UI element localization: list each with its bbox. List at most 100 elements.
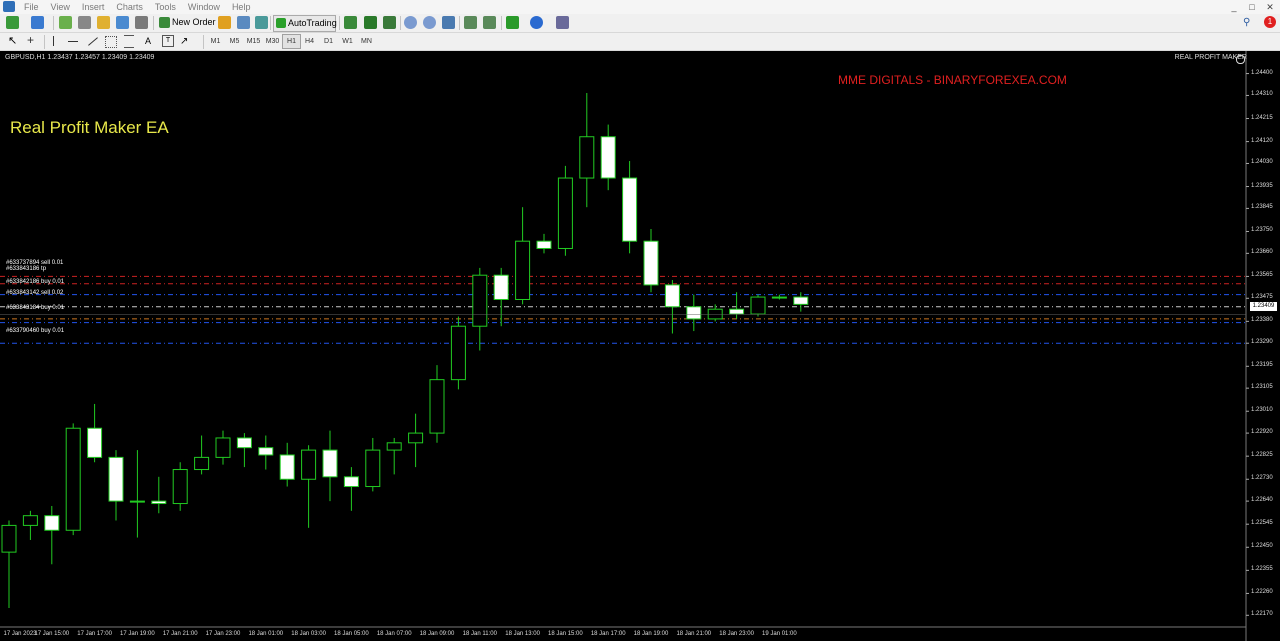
data-window-icon[interactable] bbox=[78, 16, 91, 29]
timeframe-mn[interactable]: MN bbox=[358, 35, 375, 48]
tile-windows-icon[interactable] bbox=[442, 16, 455, 29]
equidistant-channel-icon[interactable] bbox=[105, 36, 117, 48]
candle bbox=[44, 515, 60, 531]
candle bbox=[771, 296, 787, 299]
candlesticks-icon[interactable] bbox=[364, 16, 377, 29]
candle bbox=[729, 308, 745, 315]
order-label: #633842186 buy 0.01 bbox=[6, 279, 65, 285]
menu-file[interactable]: File bbox=[18, 0, 45, 14]
market-watch-icon[interactable] bbox=[59, 16, 72, 29]
price-tick-label: 1.22640 bbox=[1251, 497, 1273, 504]
crosshair-icon[interactable]: + bbox=[27, 34, 34, 47]
price-tick-label: 1.22260 bbox=[1251, 589, 1273, 596]
zoom-out-icon[interactable] bbox=[423, 16, 436, 29]
drawing-toolbar: ↖ + A T ↗ M1 M5 M15 M30 H1 H4 D1 W1 MN bbox=[0, 33, 1280, 51]
search-icon[interactable]: ⚲ bbox=[1243, 17, 1250, 28]
autotrading-label: AutoTrading bbox=[288, 18, 337, 28]
price-tick-label: 1.22730 bbox=[1251, 475, 1273, 482]
metaeditor-icon[interactable] bbox=[218, 16, 231, 29]
candle bbox=[600, 136, 616, 179]
trendline-icon[interactable] bbox=[88, 37, 98, 46]
price-tick-label: 1.23290 bbox=[1251, 339, 1273, 346]
signals-icon[interactable] bbox=[237, 16, 250, 29]
order-label: #633843142 sell 0.02 bbox=[6, 290, 64, 296]
toolbar-divider bbox=[53, 16, 54, 30]
toolbar-divider bbox=[339, 16, 340, 30]
candle bbox=[686, 306, 702, 320]
time-tick-label: 17 Jan 15:00 bbox=[34, 631, 70, 637]
templates-icon[interactable] bbox=[556, 16, 569, 29]
timeframe-d1[interactable]: D1 bbox=[320, 35, 337, 48]
time-tick-label: 18 Jan 13:00 bbox=[505, 631, 540, 637]
candle bbox=[279, 454, 295, 480]
market-icon[interactable] bbox=[255, 16, 268, 29]
price-tick-label: 1.23380 bbox=[1251, 317, 1273, 324]
zoom-in-icon[interactable] bbox=[404, 16, 417, 29]
indicators-icon[interactable] bbox=[506, 16, 519, 29]
text-label-icon[interactable]: T bbox=[162, 35, 174, 47]
menu-help[interactable]: Help bbox=[226, 0, 257, 14]
arrows-icon[interactable]: ↗ bbox=[180, 34, 188, 49]
timeframe-h1[interactable]: H1 bbox=[282, 34, 301, 49]
menu-insert[interactable]: Insert bbox=[76, 0, 111, 14]
candle bbox=[151, 500, 167, 505]
new-chart-icon[interactable] bbox=[6, 16, 19, 29]
price-tick-label: 1.24215 bbox=[1251, 114, 1273, 121]
candle bbox=[493, 274, 509, 300]
candle bbox=[408, 432, 424, 444]
menu-charts[interactable]: Charts bbox=[110, 0, 149, 14]
toolbar-divider bbox=[400, 16, 401, 30]
timeframe-m1[interactable]: M1 bbox=[207, 35, 224, 48]
candle bbox=[557, 177, 573, 249]
time-tick-label: 18 Jan 07:00 bbox=[376, 631, 412, 637]
watermark: MME DIGITALS - BINARYFOREXEA.COM bbox=[838, 73, 1067, 87]
menu-bar: File View Insert Charts Tools Window Hel… bbox=[0, 0, 1280, 14]
minimize-button[interactable]: _ bbox=[1227, 1, 1241, 13]
timeframe-m15[interactable]: M15 bbox=[245, 35, 262, 48]
candle bbox=[429, 379, 445, 434]
price-tick-label: 1.24120 bbox=[1251, 137, 1273, 144]
time-tick-label: 18 Jan 03:00 bbox=[291, 631, 326, 637]
timeframe-h4[interactable]: H4 bbox=[301, 35, 318, 48]
price-chart[interactable]: GBPUSD,H1 1.23437 1.23457 1.23409 1.2340… bbox=[0, 51, 1280, 641]
candle bbox=[515, 240, 531, 300]
current-price-label: 1.23409 bbox=[1250, 302, 1277, 311]
main-toolbar: New Order AutoTrading ⚲ 1 bbox=[0, 14, 1280, 33]
candle bbox=[65, 427, 81, 531]
toolbar-divider bbox=[501, 16, 502, 30]
timeframe-m30[interactable]: M30 bbox=[264, 35, 281, 48]
candle bbox=[22, 515, 38, 526]
order-label: #633790460 buy 0.01 bbox=[6, 328, 65, 334]
menu-tools[interactable]: Tools bbox=[149, 0, 182, 14]
profiles-icon[interactable] bbox=[31, 16, 44, 29]
candlestick-plot[interactable] bbox=[0, 51, 1280, 641]
menu-view[interactable]: View bbox=[45, 0, 76, 14]
chart-shift-icon[interactable] bbox=[464, 16, 477, 29]
close-button[interactable]: ✕ bbox=[1263, 1, 1277, 13]
timeframe-w1[interactable]: W1 bbox=[339, 35, 356, 48]
line-chart-icon[interactable] bbox=[383, 16, 396, 29]
text-icon[interactable]: A bbox=[145, 34, 151, 49]
auto-scroll-icon[interactable] bbox=[483, 16, 496, 29]
timeframe-m5[interactable]: M5 bbox=[226, 35, 243, 48]
cursor-icon[interactable]: ↖ bbox=[8, 35, 17, 47]
periods-icon[interactable] bbox=[530, 16, 543, 29]
terminal-icon[interactable] bbox=[116, 16, 129, 29]
restore-button[interactable]: □ bbox=[1245, 1, 1259, 13]
horizontal-line-icon[interactable] bbox=[68, 41, 78, 42]
new-order-icon bbox=[159, 17, 170, 28]
candle bbox=[386, 442, 402, 451]
notification-badge[interactable]: 1 bbox=[1264, 16, 1276, 28]
time-tick-label: 17 Jan 19:00 bbox=[120, 631, 155, 637]
vertical-line-icon[interactable] bbox=[53, 36, 54, 46]
price-tick-label: 1.23105 bbox=[1251, 384, 1273, 391]
toolbar-divider bbox=[44, 35, 45, 49]
bar-chart-icon[interactable] bbox=[344, 16, 357, 29]
menu-window[interactable]: Window bbox=[182, 0, 226, 14]
strategy-tester-icon[interactable] bbox=[135, 16, 148, 29]
navigator-icon[interactable] bbox=[97, 16, 110, 29]
fibonacci-icon[interactable] bbox=[124, 35, 134, 48]
new-order-button[interactable]: New Order bbox=[172, 15, 216, 30]
price-tick-label: 1.22170 bbox=[1251, 611, 1273, 618]
autotrading-button[interactable]: AutoTrading bbox=[273, 15, 337, 32]
